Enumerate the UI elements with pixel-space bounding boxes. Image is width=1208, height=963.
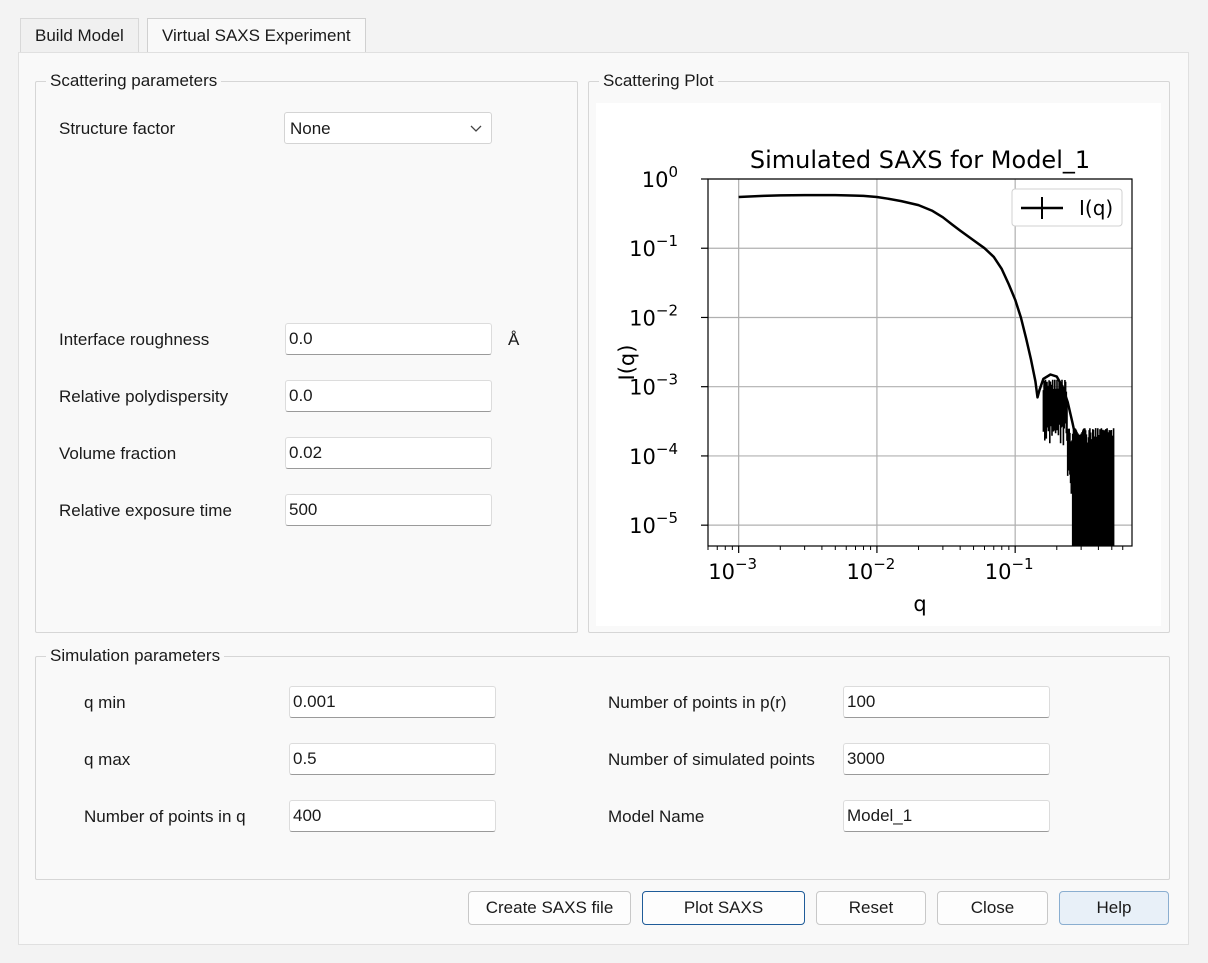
structure-factor-value: None: [290, 119, 331, 138]
model-name-label: Model Name: [608, 807, 705, 826]
n-points-pr-input[interactable]: [843, 686, 1050, 718]
model-name-input[interactable]: [843, 800, 1050, 832]
saxs-chart: 10−3 10−2 10−110010−110−210−310−410−5 Simu…: [596, 103, 1161, 626]
volume-fraction-label: Volume fraction: [59, 444, 177, 463]
volume-fraction-input[interactable]: [285, 437, 492, 469]
n-points-q-input[interactable]: [289, 800, 496, 832]
chart-legend: I(q): [1011, 188, 1123, 227]
q-max-label: q max: [84, 750, 131, 769]
polydispersity-input[interactable]: [285, 380, 492, 412]
q-min-label: q min: [84, 693, 126, 712]
q-min-input[interactable]: [289, 686, 496, 718]
simulation-parameters-title: Simulation parameters: [46, 646, 225, 666]
close-button[interactable]: Close: [937, 891, 1048, 925]
n-simulated-points-label: Number of simulated points: [608, 750, 815, 769]
scattering-plot-title: Scattering Plot: [599, 71, 718, 91]
exposure-time-label: Relative exposure time: [59, 501, 232, 520]
n-points-q-label: Number of points in q: [84, 807, 246, 826]
tab-virtual-saxs-experiment[interactable]: Virtual SAXS Experiment: [147, 18, 366, 53]
interface-roughness-label: Interface roughness: [59, 330, 210, 349]
x-axis-label: q: [913, 592, 926, 616]
structure-factor-label: Structure factor: [59, 119, 176, 138]
structure-factor-select[interactable]: None: [284, 112, 492, 144]
chevron-down-icon: [470, 125, 482, 132]
plot-saxs-button[interactable]: Plot SAXS: [642, 891, 805, 925]
chart-title: Simulated SAXS for Model_1: [750, 146, 1090, 174]
chart-background: [596, 103, 1161, 626]
tab-build-model[interactable]: Build Model: [20, 18, 139, 52]
q-max-input[interactable]: [289, 743, 496, 775]
scattering-parameters-group: Scattering parameters: [35, 71, 578, 633]
help-button[interactable]: Help: [1059, 891, 1169, 925]
create-saxs-file-button[interactable]: Create SAXS file: [468, 891, 631, 925]
legend-label: I(q): [1079, 196, 1113, 220]
angstrom-unit-label: Å: [508, 330, 520, 349]
interface-roughness-input[interactable]: [285, 323, 492, 355]
n-simulated-points-input[interactable]: [843, 743, 1050, 775]
scattering-parameters-title: Scattering parameters: [46, 71, 222, 91]
exposure-time-input[interactable]: [285, 494, 492, 526]
n-points-pr-label: Number of points in p(r): [608, 693, 787, 712]
reset-button[interactable]: Reset: [816, 891, 926, 925]
polydispersity-label: Relative polydispersity: [59, 387, 229, 406]
y-axis-label: I(q): [615, 345, 639, 381]
